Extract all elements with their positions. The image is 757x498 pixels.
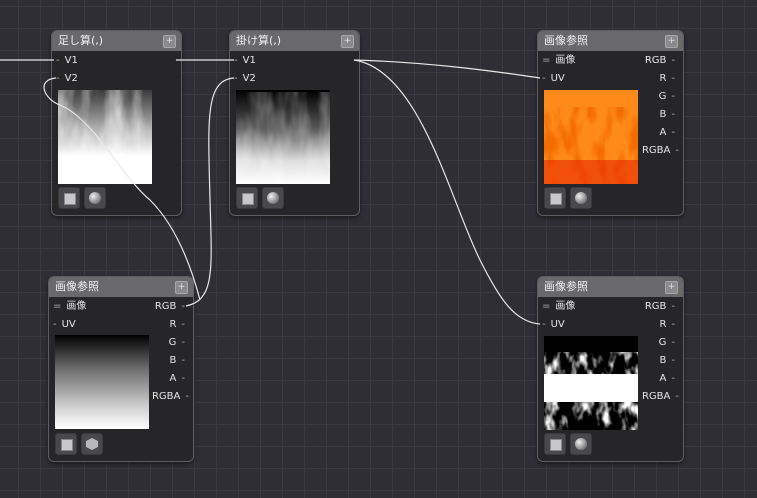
output-rgb[interactable]: RGB - (155, 300, 185, 314)
wire-image-left-rgb-to-multiply-v2[interactable] (185, 77, 235, 307)
wire-multiply-to-image-bottom-uv[interactable] (353, 59, 541, 325)
node-header[interactable]: 掛け算(,) + (230, 31, 359, 51)
node-title: 画像参照 (544, 280, 588, 293)
preview-image (544, 336, 638, 430)
add-port-button[interactable]: + (341, 35, 354, 48)
image-param[interactable]: = 画像 (542, 300, 575, 314)
output-a[interactable]: A- (660, 372, 675, 386)
preview-plane-button[interactable] (544, 187, 566, 209)
image-param[interactable]: = 画像 (53, 300, 86, 314)
preview-sphere-button[interactable] (262, 187, 284, 209)
preview-plane-button[interactable] (544, 433, 566, 455)
output-port[interactable]: - (348, 54, 357, 68)
output-port[interactable]: - (170, 54, 179, 68)
node-header[interactable]: 画像参照 + (538, 31, 683, 51)
wire-multiply-to-image-top-uv[interactable] (353, 59, 541, 79)
add-port-button[interactable]: + (665, 35, 678, 48)
image-reference-node[interactable]: 画像参照 + = 画像 - UV RGB - R- G- B- A- RGBA - (48, 276, 194, 462)
image-param[interactable]: = 画像 (542, 54, 575, 68)
node-title: 足し算(,) (58, 34, 104, 47)
preview-plane-button[interactable] (55, 433, 77, 455)
output-g[interactable]: G- (659, 336, 675, 350)
preview-image (58, 90, 152, 184)
output-rgb[interactable]: RGB - (645, 300, 675, 314)
preview-image (544, 90, 638, 184)
node-title: 掛け算(,) (236, 34, 282, 47)
add-port-button[interactable]: + (665, 281, 678, 294)
output-r[interactable]: R- (659, 318, 675, 332)
output-g[interactable]: G- (659, 90, 675, 104)
preview-plane-button[interactable] (236, 187, 258, 209)
output-r[interactable]: R- (169, 318, 185, 332)
output-rgb[interactable]: RGB - (645, 54, 675, 68)
input-v2[interactable]: - V2 (56, 72, 78, 86)
output-a[interactable]: A- (170, 372, 185, 386)
preview-shape-button[interactable] (81, 433, 103, 455)
output-rgba[interactable]: RGBA - (642, 390, 679, 404)
input-uv[interactable]: - UV (542, 318, 565, 332)
image-reference-node[interactable]: 画像参照 + = 画像 - UV RGB - R- G- B- A- RGBA - (537, 30, 684, 216)
node-header[interactable]: 画像参照 + (49, 277, 193, 297)
output-r[interactable]: R- (659, 72, 675, 86)
input-uv[interactable]: - UV (53, 318, 76, 332)
preview-image (236, 90, 330, 184)
preview-plane-button[interactable] (58, 187, 80, 209)
preview-sphere-button[interactable] (570, 187, 592, 209)
add-node[interactable]: 足し算(,) + - - V1 - V2 (51, 30, 182, 216)
output-b[interactable]: B- (170, 354, 185, 368)
preview-sphere-button[interactable] (570, 433, 592, 455)
output-b[interactable]: B- (660, 108, 675, 122)
output-rgba[interactable]: RGBA - (642, 144, 679, 158)
output-rgba[interactable]: RGBA - (152, 390, 189, 404)
node-header[interactable]: 画像参照 + (538, 277, 683, 297)
multiply-node[interactable]: 掛け算(,) + - - V1 - V2 (229, 30, 360, 216)
input-v1[interactable]: - V1 (56, 54, 78, 68)
node-header[interactable]: 足し算(,) + (52, 31, 181, 51)
output-b[interactable]: B- (660, 354, 675, 368)
input-uv[interactable]: - UV (542, 72, 565, 86)
preview-sphere-button[interactable] (84, 187, 106, 209)
add-port-button[interactable]: + (175, 281, 188, 294)
output-a[interactable]: A- (660, 126, 675, 140)
node-title: 画像参照 (55, 280, 99, 293)
node-title: 画像参照 (544, 34, 588, 47)
image-reference-node[interactable]: 画像参照 + = 画像 - UV RGB - R- G- B- A- RGBA - (537, 276, 684, 462)
preview-image (55, 335, 149, 429)
add-port-button[interactable]: + (163, 35, 176, 48)
output-g[interactable]: G- (169, 336, 185, 350)
input-v2[interactable]: - V2 (234, 72, 256, 86)
input-v1[interactable]: - V1 (234, 54, 256, 68)
